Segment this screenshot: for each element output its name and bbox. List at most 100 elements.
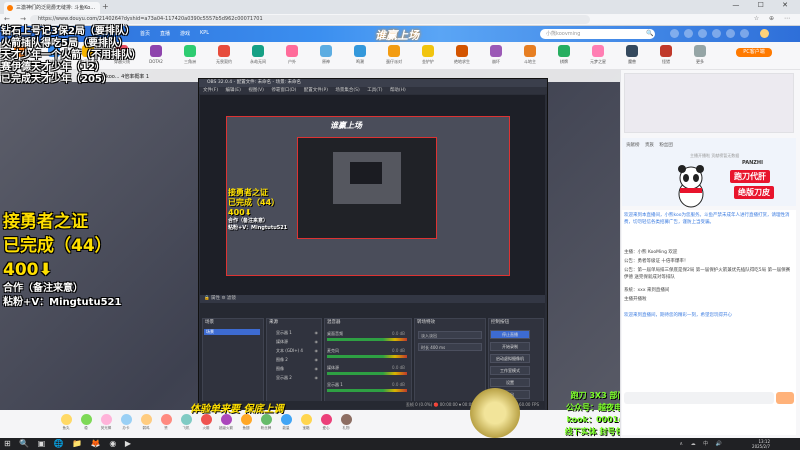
controls-header: 控制按钮 bbox=[491, 320, 509, 325]
gift-item[interactable]: 宝箱 bbox=[298, 414, 314, 431]
game-item[interactable]: 斗地主 bbox=[518, 45, 542, 65]
slogan-text: 体验单来要 保底上调 bbox=[190, 404, 284, 415]
game-icon bbox=[456, 45, 468, 57]
volume-meter[interactable] bbox=[327, 372, 407, 375]
game-item[interactable]: 户外 bbox=[280, 45, 304, 65]
avatar[interactable] bbox=[760, 29, 769, 38]
eye-icon[interactable]: ◉ bbox=[315, 339, 319, 344]
chat-send-button[interactable] bbox=[776, 392, 794, 404]
download-icon[interactable] bbox=[698, 29, 707, 38]
taskbar-app-icons[interactable]: ⊞ 🔍 ▣ 🌐 📁 🦊 ◉ ▶ bbox=[4, 439, 134, 449]
obs-menu-bar[interactable]: 文件(F) 编辑(E) 视图(V) 停靠窗口(D) 配置文件(P) 场景集合(S… bbox=[199, 87, 547, 94]
game-item[interactable]: 棋牌 bbox=[552, 45, 576, 65]
url-field[interactable]: https://www.douyu.com/2140264?dyshid=a73… bbox=[30, 15, 590, 24]
gift-item[interactable]: 办卡 bbox=[118, 414, 134, 431]
tab-noble[interactable]: 贵族 bbox=[645, 143, 654, 148]
source-item[interactable]: 文本 (GDI+) 4 ◉ bbox=[268, 348, 320, 354]
game-item[interactable]: 三角洲 bbox=[178, 45, 202, 65]
douyu-favicon-icon bbox=[7, 5, 13, 11]
search-input[interactable]: 小熊koovming bbox=[540, 29, 655, 39]
gift-icon[interactable] bbox=[726, 29, 735, 38]
capture-banner: 谁赢上场 bbox=[330, 121, 362, 130]
transition-select[interactable]: 淡入淡出 bbox=[418, 331, 482, 339]
eye-icon[interactable]: ◉ bbox=[315, 330, 319, 335]
new-tab-button[interactable]: + bbox=[102, 2, 109, 12]
transition-duration[interactable]: 时长 400 ms bbox=[418, 343, 482, 351]
gift-item[interactable]: 鱼丸 bbox=[58, 414, 74, 431]
audio-mixer-header: 混音器 bbox=[327, 320, 341, 325]
gift-item[interactable]: 荧光棒 bbox=[98, 414, 114, 431]
gift-item[interactable]: 爱心 bbox=[318, 414, 334, 431]
window-controls[interactable]: — ☐ ✕ bbox=[732, 1, 796, 9]
game-item[interactable]: 绝地求生 bbox=[450, 45, 474, 65]
eye-icon[interactable]: ◉ bbox=[315, 357, 319, 362]
game-item[interactable]: 怪猎 bbox=[654, 45, 678, 65]
eye-icon[interactable]: ◉ bbox=[315, 375, 319, 380]
volume-meter[interactable] bbox=[327, 338, 407, 341]
taskbar-clock[interactable]: 13:12 2025/2/7 bbox=[752, 439, 770, 449]
browser-tab[interactable]: 三激神们的泛昆爵无缝排: 斗鱼Ko... bbox=[4, 2, 100, 14]
source-item[interactable]: 显示器 2 ◉ bbox=[268, 375, 320, 381]
rank-tabs[interactable]: 贡献榜 贵族 粉丝团 bbox=[626, 142, 673, 148]
source-item[interactable]: 图像 2 ◉ bbox=[268, 357, 320, 363]
source-item[interactable]: 媒体源 ◉ bbox=[268, 339, 320, 345]
gift-label: 爱心 bbox=[322, 426, 330, 430]
control-button[interactable]: 工作室模式 bbox=[490, 366, 530, 375]
source-item[interactable]: 图像 ◉ bbox=[268, 366, 320, 372]
control-button[interactable]: 启动虚拟摄像机 bbox=[490, 354, 530, 363]
pc-client-button[interactable]: PC客户端 bbox=[736, 48, 772, 57]
gift-icon bbox=[320, 414, 332, 425]
obs-preview-toolbar[interactable]: 🔒 属性 ⚙ 滤镜 bbox=[200, 295, 545, 303]
gift-label: 飞机 bbox=[182, 426, 190, 430]
gift-item[interactable]: 弱鸡 bbox=[138, 414, 154, 431]
tab-fans[interactable]: 粉丝团 bbox=[659, 143, 673, 148]
control-button[interactable]: 开始录制 bbox=[490, 342, 530, 351]
game-item[interactable]: 蛋仔派对 bbox=[382, 45, 406, 65]
tab-contribution[interactable]: 贡献榜 bbox=[626, 143, 640, 148]
chat-input[interactable] bbox=[624, 392, 774, 404]
eye-icon[interactable]: ◉ bbox=[315, 366, 319, 371]
browser-toolbar-icons[interactable]: ☆ ⊕ ⋯ bbox=[754, 15, 794, 22]
game-item[interactable]: 原神 bbox=[314, 45, 338, 65]
source-item[interactable]: 显示器 1 ◉ bbox=[268, 330, 320, 336]
eye-icon[interactable]: ◉ bbox=[315, 348, 319, 353]
scene-item[interactable]: 场景 bbox=[204, 329, 260, 335]
control-button[interactable]: 停止直播 bbox=[490, 330, 530, 339]
game-item[interactable]: 更多 bbox=[688, 45, 712, 65]
game-item[interactable]: 永劫无间 bbox=[246, 45, 270, 65]
history-icon[interactable] bbox=[670, 29, 679, 38]
chat-message: 主播：小熊 KooMing 欢迎 bbox=[624, 250, 678, 255]
game-item[interactable]: 金铲铲 bbox=[416, 45, 440, 65]
control-button[interactable]: 设置 bbox=[490, 378, 530, 387]
volume-meter[interactable] bbox=[327, 389, 407, 392]
nav-item-kpl[interactable]: KPL bbox=[200, 30, 209, 36]
gift-item[interactable]: 飞机 bbox=[178, 414, 194, 431]
nav-item-games[interactable]: 游戏 bbox=[180, 30, 190, 37]
gift-item[interactable]: 能量 bbox=[278, 414, 294, 431]
header-banner[interactable]: 谁赢上场 bbox=[375, 27, 419, 43]
volume-meter[interactable] bbox=[327, 355, 407, 358]
nav-item-live[interactable]: 直播 bbox=[160, 30, 170, 37]
game-icon bbox=[252, 45, 264, 57]
vip-icon[interactable] bbox=[740, 29, 749, 38]
follow-icon[interactable] bbox=[684, 29, 693, 38]
gift-item[interactable]: 超级火箭 bbox=[218, 414, 234, 431]
message-icon[interactable] bbox=[712, 29, 721, 38]
ad-banner[interactable] bbox=[624, 73, 794, 133]
game-item[interactable]: 鸣潮 bbox=[348, 45, 372, 65]
gift-item[interactable]: 稳 bbox=[78, 414, 94, 431]
game-item[interactable]: 元梦之星 bbox=[586, 45, 610, 65]
mixer-db-value: 0.0 dB bbox=[392, 382, 405, 387]
gift-item[interactable]: 火箭 bbox=[198, 414, 214, 431]
system-tray[interactable]: ∧ ☁ 中 🔊 bbox=[679, 440, 725, 447]
gift-item[interactable]: 粉丝牌 bbox=[258, 414, 274, 431]
game-item[interactable]: 魔兽 bbox=[620, 45, 644, 65]
game-item[interactable]: 无畏契约 bbox=[212, 45, 236, 65]
gift-item[interactable]: 礼物 bbox=[338, 414, 354, 431]
gift-item[interactable]: 赞 bbox=[158, 414, 174, 431]
game-item[interactable]: 崩坏 bbox=[484, 45, 508, 65]
search-icon[interactable]: 🔍 bbox=[646, 30, 653, 37]
gift-item[interactable]: 鱼翅 bbox=[238, 414, 254, 431]
capture-line-1: 接勇者之证 bbox=[228, 188, 268, 197]
rank-empty-notice: 主播开播啦 贡献榜暂无数据 bbox=[690, 153, 740, 158]
